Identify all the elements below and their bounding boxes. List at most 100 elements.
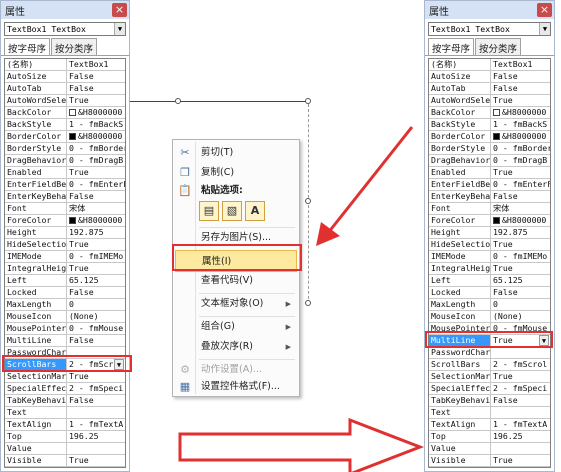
- property-value[interactable]: False: [67, 395, 125, 406]
- property-value[interactable]: False: [67, 191, 125, 202]
- property-row[interactable]: BackStyle 1 - fmBackS: [5, 119, 125, 131]
- property-row[interactable]: Enabled True: [5, 167, 125, 179]
- property-value[interactable]: 2 - fmSpeci: [67, 383, 125, 394]
- property-value[interactable]: [67, 407, 125, 418]
- paste-picture-button[interactable]: ▧: [222, 201, 242, 221]
- property-row[interactable]: Left 65.125: [429, 275, 550, 287]
- property-row[interactable]: ForeColor &H8000000: [429, 215, 550, 227]
- resize-handle[interactable]: [305, 198, 311, 204]
- property-value[interactable]: &H8000000: [67, 107, 125, 118]
- property-value[interactable]: 1 - fmBackS: [67, 119, 125, 130]
- property-row[interactable]: AutoSize False: [429, 71, 550, 83]
- property-value[interactable]: False: [491, 287, 550, 298]
- dropdown-arrow-icon[interactable]: ▼: [114, 359, 124, 370]
- property-value[interactable]: (None): [67, 311, 125, 322]
- menu-item-format-control[interactable]: ▦ 设置控件格式(F)...: [175, 376, 297, 398]
- dropdown-arrow-icon[interactable]: ▼: [539, 335, 549, 346]
- property-value[interactable]: 0: [491, 299, 550, 310]
- property-value[interactable]: TextBox1: [491, 59, 550, 70]
- property-value[interactable]: True: [67, 371, 125, 382]
- close-icon[interactable]: ×: [537, 3, 552, 17]
- property-row[interactable]: PasswordChar: [5, 347, 125, 359]
- property-value[interactable]: False: [67, 83, 125, 94]
- property-value[interactable]: 0 - fmBorder: [491, 143, 550, 154]
- property-value[interactable]: True: [491, 455, 550, 466]
- property-value[interactable]: &H8000000: [491, 107, 550, 118]
- property-row[interactable]: DragBehavior 0 - fmDragB: [5, 155, 125, 167]
- property-row[interactable]: BorderStyle 0 - fmBorder: [5, 143, 125, 155]
- property-row[interactable]: AutoWordSelectTrue: [429, 95, 550, 107]
- property-row[interactable]: Text: [5, 407, 125, 419]
- property-row[interactable]: MaxLength 0: [429, 299, 550, 311]
- property-row[interactable]: SpecialEffect 2 - fmSpeci: [5, 383, 125, 395]
- property-value[interactable]: 0 - fmDragB: [67, 155, 125, 166]
- property-row[interactable]: Font 宋体: [429, 203, 550, 215]
- property-value[interactable]: True: [491, 263, 550, 274]
- property-value[interactable]: 0 - fmEnterF: [491, 179, 550, 190]
- property-row[interactable]: IMEMode 0 - fmIMEMo: [5, 251, 125, 263]
- property-row[interactable]: EnterFieldBehavior0 - fmEnterF: [5, 179, 125, 191]
- property-value[interactable]: 192.875: [491, 227, 550, 238]
- property-value[interactable]: 0 - fmEnterF: [67, 179, 125, 190]
- property-row[interactable]: Locked False: [429, 287, 550, 299]
- property-value[interactable]: 0 - fmMouse: [67, 323, 125, 334]
- property-value[interactable]: 0 - fmMouse: [491, 323, 550, 334]
- resize-handle[interactable]: [305, 300, 311, 306]
- menu-item-group[interactable]: 组合(G) ▶: [175, 316, 297, 338]
- property-value[interactable]: 196.25: [67, 431, 125, 442]
- property-value[interactable]: 0 - fmIMEMo: [491, 251, 550, 262]
- property-value[interactable]: 宋体: [491, 203, 550, 214]
- property-value[interactable]: &H8000000: [491, 131, 550, 142]
- property-row[interactable]: Height 192.875: [5, 227, 125, 239]
- property-value[interactable]: False: [67, 287, 125, 298]
- property-value[interactable]: True: [491, 371, 550, 382]
- property-row[interactable]: AutoWordSelectTrue: [5, 95, 125, 107]
- property-row[interactable]: Visible True: [429, 455, 550, 467]
- property-row[interactable]: MouseIcon (None): [5, 311, 125, 323]
- property-row[interactable]: ScrollBars 2 - fmScr ▼: [5, 359, 125, 371]
- property-row[interactable]: EnterFieldBehavior0 - fmEnterF: [429, 179, 550, 191]
- property-row[interactable]: MultiLine False: [5, 335, 125, 347]
- property-row[interactable]: BackColor &H8000000: [5, 107, 125, 119]
- property-row[interactable]: IMEMode 0 - fmIMEMo: [429, 251, 550, 263]
- property-value[interactable]: [491, 443, 550, 454]
- object-selector[interactable]: TextBox1 TextBox ▼: [4, 22, 126, 36]
- property-row[interactable]: BorderStyle 0 - fmBorder: [429, 143, 550, 155]
- property-value[interactable]: False: [491, 71, 550, 82]
- property-row[interactable]: Locked False: [5, 287, 125, 299]
- property-row[interactable]: ForeColor &H8000000: [5, 215, 125, 227]
- menu-item-cut[interactable]: ✂ 剪切(T): [175, 142, 297, 164]
- property-value[interactable]: 2 - fmScrol: [491, 359, 550, 370]
- property-row[interactable]: Enabled True: [429, 167, 550, 179]
- property-value[interactable]: 65.125: [491, 275, 550, 286]
- property-value[interactable]: 0 - fmIMEMo: [67, 251, 125, 262]
- property-row[interactable]: Text: [429, 407, 550, 419]
- property-row[interactable]: (名称) TextBox1: [429, 59, 550, 71]
- property-value[interactable]: True ▼: [491, 335, 550, 346]
- property-value[interactable]: 0: [67, 299, 125, 310]
- resize-handle[interactable]: [305, 98, 311, 104]
- property-value[interactable]: True: [67, 95, 125, 106]
- property-row[interactable]: Value: [429, 443, 550, 455]
- property-value[interactable]: 1 - fmTextA: [491, 419, 550, 430]
- property-value[interactable]: 0 - fmDragB: [491, 155, 550, 166]
- property-row[interactable]: MousePointer 0 - fmMouse: [429, 323, 550, 335]
- property-row[interactable]: TextAlign 1 - fmTextA: [5, 419, 125, 431]
- property-row[interactable]: SpecialEffect 2 - fmSpeci: [429, 383, 550, 395]
- property-value[interactable]: TextBox1: [67, 59, 125, 70]
- property-row[interactable]: BorderColor &H8000000: [5, 131, 125, 143]
- tab-categorized[interactable]: 按分类序: [51, 38, 98, 55]
- property-value[interactable]: False: [491, 191, 550, 202]
- property-row[interactable]: MousePointer 0 - fmMouse: [5, 323, 125, 335]
- property-row[interactable]: TabKeyBehaviorFalse: [429, 395, 550, 407]
- property-row[interactable]: AutoTab False: [429, 83, 550, 95]
- property-value[interactable]: 1 - fmTextA: [67, 419, 125, 430]
- property-row[interactable]: TabKeyBehaviorFalse: [5, 395, 125, 407]
- object-selector[interactable]: TextBox1 TextBox ▼: [428, 22, 551, 36]
- property-value[interactable]: True: [67, 167, 125, 178]
- property-row[interactable]: AutoTab False: [5, 83, 125, 95]
- property-value[interactable]: True: [491, 239, 550, 250]
- property-value[interactable]: 65.125: [67, 275, 125, 286]
- property-row[interactable]: BackColor &H8000000: [429, 107, 550, 119]
- property-row[interactable]: Visible True: [5, 455, 125, 467]
